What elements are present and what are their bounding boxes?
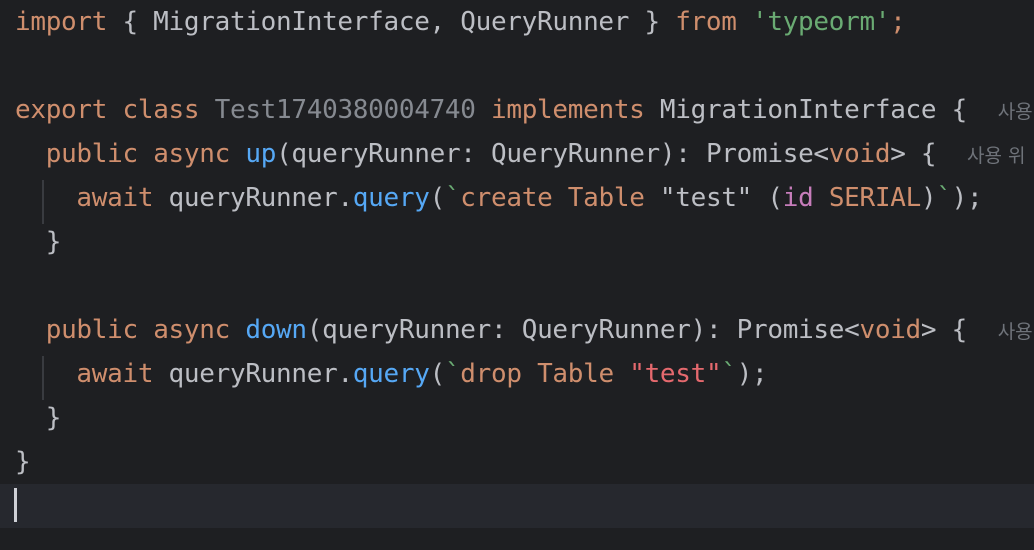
code-token: ` (444, 359, 461, 389)
code-token: up (245, 139, 277, 169)
line-content: export class Test1740380004740 implement… (15, 88, 1033, 134)
code-token: queryRunner. (153, 359, 354, 389)
code-token: create (460, 183, 553, 213)
line-content: } (15, 440, 31, 484)
line-content: await queryRunner.query(`create Table "t… (15, 176, 982, 220)
code-token: drop (460, 359, 522, 389)
line-content: await queryRunner.query(`drop Table "tes… (15, 352, 767, 396)
code-token: down (245, 315, 307, 345)
code-token: async (153, 139, 230, 169)
code-token: id (782, 183, 814, 213)
code-token: ; (890, 7, 906, 37)
code-token: ( (429, 359, 446, 389)
code-token: > { (890, 139, 967, 169)
code-line[interactable]: export class Test1740380004740 implement… (0, 88, 1034, 132)
code-token: { MigrationInterface, QueryRunner } (107, 7, 676, 37)
code-token: async (153, 315, 230, 345)
code-token: await (76, 359, 154, 389)
code-token: Test1740380004740 (214, 95, 476, 125)
code-token: "test" (629, 359, 722, 389)
code-token: class (122, 95, 200, 125)
code-line[interactable]: public async up(queryRunner: QueryRunner… (0, 132, 1034, 176)
line-content: } (15, 396, 62, 440)
code-token: MigrationInterface { (644, 95, 998, 125)
code-token: void (828, 139, 891, 169)
code-token: queryRunner. (153, 183, 354, 213)
code-token: "test" ( (644, 183, 783, 213)
line-content: public async up(queryRunner: QueryRunner… (15, 132, 1026, 178)
text-caret (14, 488, 17, 522)
code-token: ` (936, 183, 952, 213)
code-token: (queryRunner: QueryRunner): Promise< (276, 139, 829, 169)
code-token: } (15, 447, 31, 477)
line-content: public async down(queryRunner: QueryRunn… (15, 308, 1033, 354)
code-line[interactable]: import { MigrationInterface, QueryRunner… (0, 0, 1034, 44)
code-token: > { (920, 315, 998, 345)
code-token: void (859, 315, 922, 345)
code-line[interactable]: await queryRunner.query(`create Table "t… (0, 176, 1034, 220)
code-token: (queryRunner: QueryRunner): Promise< (306, 315, 860, 345)
code-token: public (45, 139, 138, 169)
code-token: query (352, 359, 430, 389)
code-token: ( (429, 183, 446, 213)
code-line[interactable]: await queryRunner.query(`drop Table "tes… (0, 352, 1034, 396)
inlay-hint[interactable]: 사용 (998, 101, 1033, 123)
inlay-hint[interactable]: 사용 (998, 321, 1033, 343)
code-token: public (45, 315, 138, 345)
code-line[interactable] (0, 264, 1034, 308)
code-line[interactable]: public async down(queryRunner: QueryRunn… (0, 308, 1034, 352)
code-token: Table (537, 359, 614, 389)
code-token: ); (736, 359, 768, 389)
code-token: } (15, 227, 62, 257)
code-line[interactable]: } (0, 396, 1034, 440)
inlay-hint[interactable]: 사용 위 (967, 145, 1025, 167)
code-line[interactable]: } (0, 220, 1034, 264)
code-line[interactable]: } (0, 440, 1034, 484)
code-token: export (15, 95, 108, 125)
current-code-line[interactable] (0, 484, 1034, 528)
code-line[interactable] (0, 44, 1034, 88)
code-token: implements (491, 95, 645, 125)
code-editor[interactable]: import { MigrationInterface, QueryRunner… (0, 0, 1034, 550)
code-token: Table (567, 183, 645, 213)
code-token: SERIAL (828, 183, 921, 213)
code-token: ` (444, 183, 461, 213)
code-token: import (15, 7, 108, 37)
code-token: } (15, 403, 62, 433)
code-token: from (675, 7, 737, 37)
code-token: ) (920, 183, 937, 213)
code-token: await (76, 183, 154, 213)
code-token: 'typeorm' (751, 7, 891, 37)
code-token: ` (721, 359, 737, 389)
line-content: } (15, 220, 62, 264)
line-content: import { MigrationInterface, QueryRunner… (15, 0, 906, 44)
code-token: query (352, 183, 430, 213)
code-token: ); (951, 183, 983, 213)
